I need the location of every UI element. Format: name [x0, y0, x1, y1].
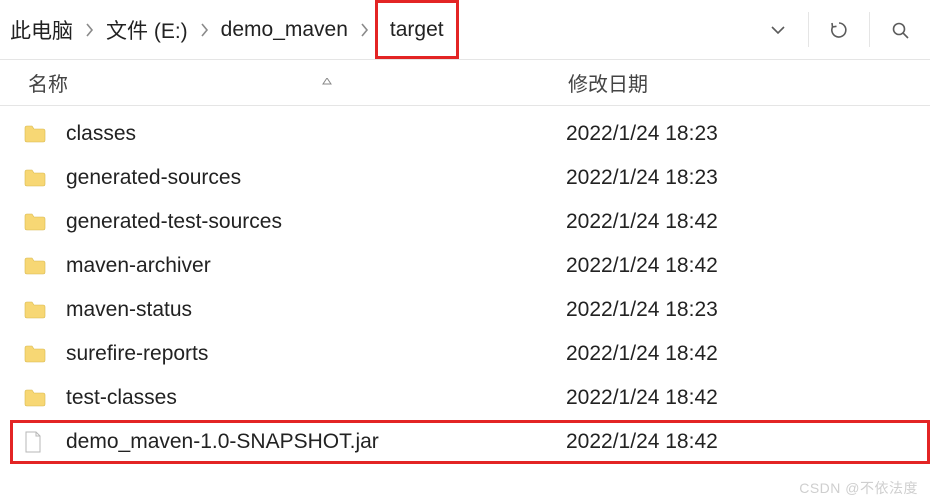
sort-indicator-icon: [322, 77, 332, 89]
folder-row[interactable]: generated-sources2022/1/24 18:23: [10, 156, 930, 200]
item-date: 2022/1/24 18:23: [566, 298, 718, 322]
chevron-right-icon: [79, 23, 100, 37]
item-date: 2022/1/24 18:42: [566, 254, 718, 278]
folder-icon: [24, 389, 66, 407]
column-headers: 名称 修改日期: [0, 60, 930, 106]
folder-icon: [24, 213, 66, 231]
recent-locations-dropdown[interactable]: [748, 0, 808, 59]
folder-row[interactable]: test-classes2022/1/24 18:42: [10, 376, 930, 420]
address-bar: 此电脑文件 (E:) demo_maven target: [0, 0, 930, 60]
breadcrumb-segment[interactable]: 文件 (E:): [100, 0, 194, 59]
item-name: demo_maven-1.0-SNAPSHOT.jar: [66, 430, 566, 454]
column-header-date[interactable]: 修改日期: [568, 68, 930, 97]
address-bar-buttons: [748, 0, 930, 59]
item-name: test-classes: [66, 386, 566, 410]
item-name: maven-archiver: [66, 254, 566, 278]
folder-icon: [24, 257, 66, 275]
folder-row[interactable]: classes2022/1/24 18:23: [10, 112, 930, 156]
search-button[interactable]: [870, 0, 930, 59]
item-name: surefire-reports: [66, 342, 566, 366]
folder-icon: [24, 125, 66, 143]
chevron-right-icon: [354, 23, 375, 37]
folder-row[interactable]: generated-test-sources2022/1/24 18:42: [10, 200, 930, 244]
chevron-right-icon: [194, 23, 215, 37]
folder-icon: [24, 345, 66, 363]
folder-row[interactable]: surefire-reports2022/1/24 18:42: [10, 332, 930, 376]
watermark-text: CSDN @不依法度: [799, 478, 918, 498]
breadcrumb-segment[interactable]: demo_maven: [215, 0, 354, 59]
folder-row[interactable]: maven-archiver2022/1/24 18:42: [10, 244, 930, 288]
item-date: 2022/1/24 18:23: [566, 122, 718, 146]
folder-row[interactable]: maven-status2022/1/24 18:23: [10, 288, 930, 332]
item-name: maven-status: [66, 298, 566, 322]
folder-icon: [24, 301, 66, 319]
item-date: 2022/1/24 18:42: [566, 342, 718, 366]
item-name: generated-test-sources: [66, 210, 566, 234]
column-header-name-label: 名称: [28, 68, 68, 97]
column-header-date-label: 修改日期: [568, 74, 648, 96]
breadcrumb-segment[interactable]: 此电脑: [4, 0, 79, 59]
item-date: 2022/1/24 18:42: [566, 210, 718, 234]
breadcrumb: 此电脑文件 (E:) demo_maven target: [4, 0, 748, 59]
file-list: classes2022/1/24 18:23generated-sources2…: [0, 106, 930, 464]
item-name: classes: [66, 122, 566, 146]
file-icon: [24, 431, 66, 453]
item-date: 2022/1/24 18:42: [566, 430, 718, 454]
folder-icon: [24, 169, 66, 187]
item-date: 2022/1/24 18:42: [566, 386, 718, 410]
refresh-button[interactable]: [809, 0, 869, 59]
file-row[interactable]: demo_maven-1.0-SNAPSHOT.jar2022/1/24 18:…: [10, 420, 930, 464]
item-date: 2022/1/24 18:23: [566, 166, 718, 190]
column-header-name[interactable]: 名称: [28, 68, 568, 97]
breadcrumb-segment[interactable]: target: [375, 0, 459, 59]
item-name: generated-sources: [66, 166, 566, 190]
